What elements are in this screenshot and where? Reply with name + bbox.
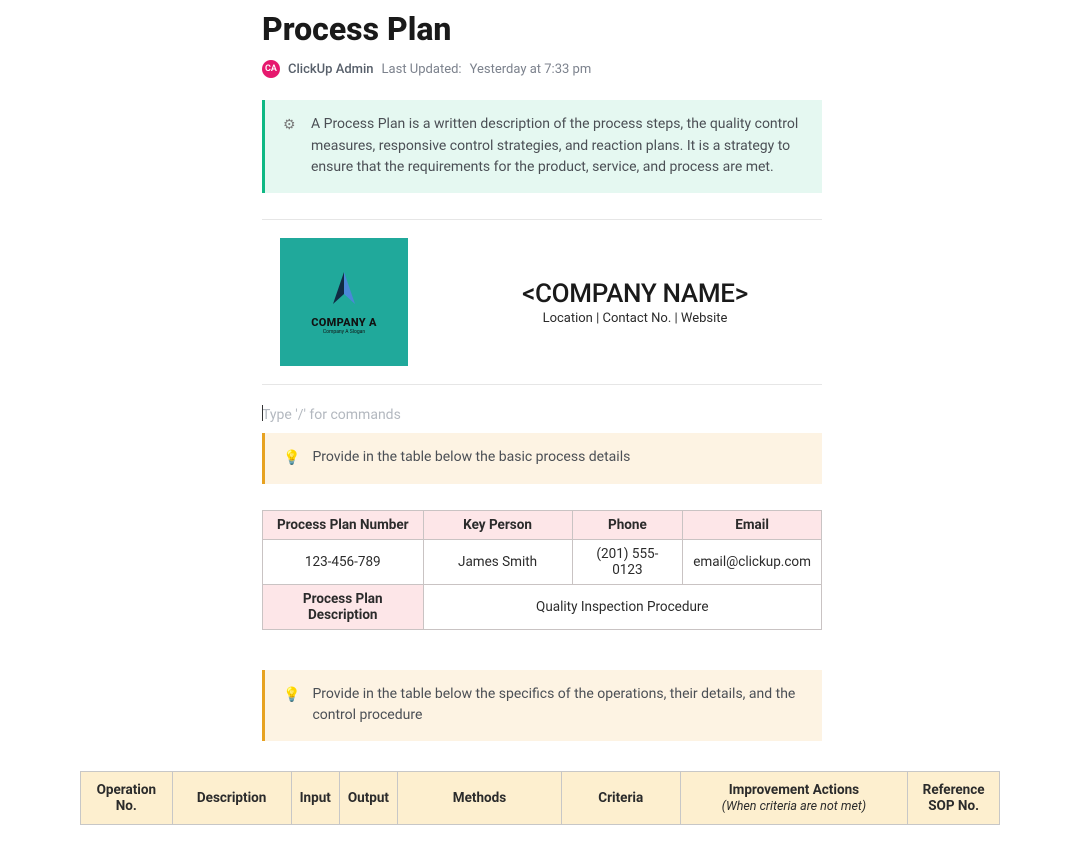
details-callout: 💡 Provide in the table below the basic p…	[262, 433, 822, 484]
logo-slogan: Company A Slogan	[323, 329, 365, 335]
ops-header: Output	[339, 772, 397, 825]
details-cell[interactable]: email@clickup.com	[683, 539, 822, 584]
company-name-placeholder[interactable]: <COMPANY NAME>	[448, 279, 822, 309]
ops-header: Operation No.	[81, 772, 173, 825]
ops-callout: 💡 Provide in the table below the specifi…	[262, 670, 822, 741]
ops-header: Methods	[398, 772, 562, 825]
last-updated-value: Yesterday at 7:33 pm	[470, 62, 592, 77]
details-desc-label: Process Plan Description	[263, 584, 424, 629]
intro-callout: ⚙ A Process Plan is a written descriptio…	[262, 100, 822, 193]
last-updated-label: Last Updated:	[382, 62, 462, 77]
ops-callout-text: Provide in the table below the specifics…	[312, 684, 804, 727]
meta-row: CA ClickUp Admin Last Updated: Yesterday…	[262, 60, 822, 78]
details-header: Phone	[572, 510, 683, 539]
details-cell[interactable]: James Smith	[423, 539, 572, 584]
logo-icon	[327, 270, 361, 310]
company-header: COMPANY A Company A Slogan <COMPANY NAME…	[262, 238, 822, 366]
details-header: Key Person	[423, 510, 572, 539]
details-header: Process Plan Number	[263, 510, 424, 539]
ops-header: Reference SOP No.	[908, 772, 1000, 825]
page-title: Process Plan	[262, 10, 822, 48]
author-name[interactable]: ClickUp Admin	[288, 62, 374, 77]
divider	[262, 219, 822, 220]
logo-name: COMPANY A	[311, 316, 376, 329]
ops-header: Improvement Actions (When criteria are n…	[680, 772, 908, 825]
operations-table[interactable]: Operation No. Description Input Output M…	[80, 771, 1000, 825]
ops-header: Description	[172, 772, 291, 825]
divider	[262, 384, 822, 385]
details-callout-text: Provide in the table below the basic pro…	[312, 447, 630, 469]
intro-callout-text: A Process Plan is a written description …	[311, 114, 804, 179]
slash-command-input[interactable]: Type '/' for commands	[262, 403, 822, 427]
details-desc-value[interactable]: Quality Inspection Procedure	[423, 584, 821, 629]
ops-header: Input	[291, 772, 339, 825]
lightbulb-icon: 💡	[283, 448, 300, 470]
lightbulb-icon: 💡	[283, 685, 300, 707]
details-table[interactable]: Process Plan Number Key Person Phone Ema…	[262, 510, 822, 630]
details-cell[interactable]: 123-456-789	[263, 539, 424, 584]
author-avatar[interactable]: CA	[262, 60, 280, 78]
company-logo: COMPANY A Company A Slogan	[280, 238, 408, 366]
ops-header: Criteria	[561, 772, 680, 825]
details-header: Email	[683, 510, 822, 539]
details-cell[interactable]: (201) 555-0123	[572, 539, 683, 584]
gear-icon: ⚙	[283, 115, 299, 137]
company-subline[interactable]: Location | Contact No. | Website	[448, 311, 822, 326]
